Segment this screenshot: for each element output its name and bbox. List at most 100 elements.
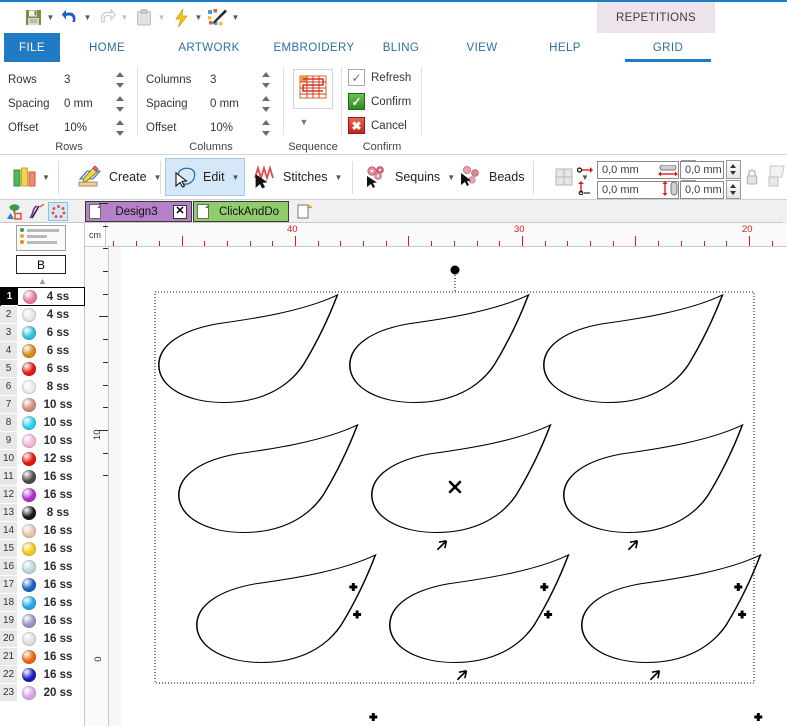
motif-direction-arrow[interactable]: [649, 669, 661, 681]
aspect-lock-icon[interactable]: [745, 168, 759, 191]
bead-color-swatch[interactable]: [22, 524, 36, 538]
qat-customize[interactable]: ▼: [207, 5, 242, 31]
refresh-checkbox[interactable]: ✓ Refresh: [348, 66, 411, 89]
bead-row[interactable]: 21 16 ss: [0, 648, 85, 666]
qat-save[interactable]: ▼: [22, 5, 57, 31]
bead-color-swatch[interactable]: [22, 506, 36, 520]
bead-row[interactable]: 13 8 ss: [0, 504, 85, 522]
bead-row[interactable]: 9 10 ss: [0, 432, 85, 450]
bead-row[interactable]: 20 16 ss: [0, 630, 85, 648]
bling-mode-badge[interactable]: B: [16, 255, 66, 274]
motif-direction-arrow[interactable]: [456, 669, 468, 681]
center-marker[interactable]: [448, 480, 462, 494]
bead-color-swatch[interactable]: [22, 326, 36, 340]
paisley-motif[interactable]: [581, 553, 762, 664]
sequins-button[interactable]: Sequins ▼: [358, 158, 460, 196]
document-tab-clickanddo[interactable]: ClickAndDo: [193, 201, 289, 222]
rows-count-stepper[interactable]: [114, 69, 128, 91]
paisley-motif[interactable]: [389, 553, 570, 664]
new-document-icon[interactable]: [294, 202, 314, 221]
size-height-input[interactable]: 0,0 mm: [680, 181, 724, 199]
tab-home[interactable]: HOME: [68, 33, 146, 62]
tab-help[interactable]: HELP: [534, 33, 596, 62]
bead-size-list[interactable]: 1 4 ss 2 4 ss 3 6 ss 4 6 ss 5 6 ss 6 8 ss 7 10 ss 8 10 …: [0, 287, 85, 702]
contextual-tab-repetitions[interactable]: REPETITIONS: [597, 2, 715, 33]
motif-anchor-marker[interactable]: [369, 713, 378, 721]
chevron-down-icon[interactable]: ▼: [81, 7, 94, 29]
bead-row[interactable]: 6 8 ss: [0, 378, 85, 396]
motif-anchor-marker[interactable]: [353, 610, 362, 619]
bead-row[interactable]: 19 16 ss: [0, 612, 85, 630]
color-palette-button[interactable]: ▼: [6, 158, 55, 196]
motif-anchor-marker[interactable]: [738, 610, 747, 619]
bead-color-swatch[interactable]: [22, 398, 36, 412]
confirm-button[interactable]: ✓ Confirm: [348, 90, 411, 113]
tab-view[interactable]: VIEW: [452, 33, 512, 62]
motif-direction-arrow[interactable]: [436, 539, 448, 551]
create-button[interactable]: Create ▼: [72, 158, 166, 196]
bead-row[interactable]: 7 10 ss: [0, 396, 85, 414]
bead-row[interactable]: 3 6 ss: [0, 324, 85, 342]
bead-color-swatch[interactable]: [22, 470, 36, 484]
motif-anchor-marker[interactable]: [540, 583, 549, 591]
bling-pattern-icon[interactable]: [48, 202, 68, 221]
motif-anchor-marker[interactable]: [349, 583, 358, 591]
bead-row[interactable]: 2 4 ss: [0, 306, 85, 324]
chevron-down-icon[interactable]: ▼: [334, 173, 342, 182]
horizontal-ruler[interactable]: cm 40 30 20: [85, 223, 787, 247]
document-tab-design3[interactable]: Design3 ✕: [85, 201, 192, 222]
lightning-icon[interactable]: [170, 7, 192, 29]
size-width-input[interactable]: 0,0 mm: [680, 161, 724, 179]
bead-row[interactable]: 16 16 ss: [0, 558, 85, 576]
paisley-motif[interactable]: [543, 293, 724, 404]
sequence-button[interactable]: [293, 69, 333, 109]
bead-color-swatch[interactable]: [22, 344, 36, 358]
beads-button[interactable]: Beads: [452, 158, 533, 196]
bead-row[interactable]: 15 16 ss: [0, 540, 85, 558]
bead-color-swatch[interactable]: [22, 434, 36, 448]
tab-bling[interactable]: BLING: [370, 33, 432, 62]
paisley-motif[interactable]: [349, 293, 530, 404]
undo-icon[interactable]: [59, 7, 81, 29]
bead-color-swatch[interactable]: [22, 650, 36, 664]
motif-anchor-marker[interactable]: [734, 583, 743, 591]
rotation-handle[interactable]: [450, 265, 460, 275]
bead-row[interactable]: 12 16 ss: [0, 486, 85, 504]
design-objects-icon[interactable]: [4, 202, 24, 221]
tab-artwork[interactable]: ARTWORK: [165, 33, 253, 62]
bead-color-swatch[interactable]: [22, 362, 36, 376]
design-artwork[interactable]: [109, 247, 787, 726]
close-icon[interactable]: ✕: [173, 204, 187, 219]
paisley-motif[interactable]: [371, 423, 552, 534]
motif-anchor-marker[interactable]: [754, 713, 763, 721]
bead-row[interactable]: 10 12 ss: [0, 450, 85, 468]
qat-quick-action[interactable]: ▼: [170, 5, 205, 31]
tab-embroidery[interactable]: EMBROIDERY: [268, 33, 360, 62]
paisley-motif[interactable]: [158, 293, 339, 404]
bead-row[interactable]: 5 6 ss: [0, 360, 85, 378]
size-width-stepper[interactable]: [726, 160, 741, 179]
bead-row[interactable]: 18 16 ss: [0, 594, 85, 612]
chevron-down-icon[interactable]: ▼: [42, 173, 50, 182]
bead-row[interactable]: 8 10 ss: [0, 414, 85, 432]
bead-row[interactable]: 4 6 ss: [0, 342, 85, 360]
chevron-down-icon[interactable]: ▼: [192, 7, 205, 29]
sequence-chevron-down-icon[interactable]: ▼: [284, 117, 324, 127]
stitches-button[interactable]: Stitches ▼: [246, 158, 347, 196]
motif-anchor-marker[interactable]: [544, 610, 553, 619]
bead-row[interactable]: 22 16 ss: [0, 666, 85, 684]
chevron-down-icon[interactable]: ▼: [232, 173, 240, 182]
columns-offset-stepper[interactable]: [260, 117, 274, 139]
shape-tool-icon[interactable]: [768, 165, 786, 192]
bead-color-swatch[interactable]: [22, 380, 36, 394]
bead-color-swatch[interactable]: [22, 578, 36, 592]
chevron-down-icon[interactable]: ▼: [229, 7, 242, 29]
bead-color-swatch[interactable]: [22, 488, 36, 502]
bead-color-swatch[interactable]: [22, 668, 36, 682]
customize-icon[interactable]: [207, 7, 229, 29]
bead-color-swatch[interactable]: [22, 560, 36, 574]
bead-row[interactable]: 1 4 ss: [0, 287, 85, 306]
rows-offset-stepper[interactable]: [114, 117, 128, 139]
bead-row[interactable]: 11 16 ss: [0, 468, 85, 486]
bead-color-swatch[interactable]: [23, 289, 37, 304]
